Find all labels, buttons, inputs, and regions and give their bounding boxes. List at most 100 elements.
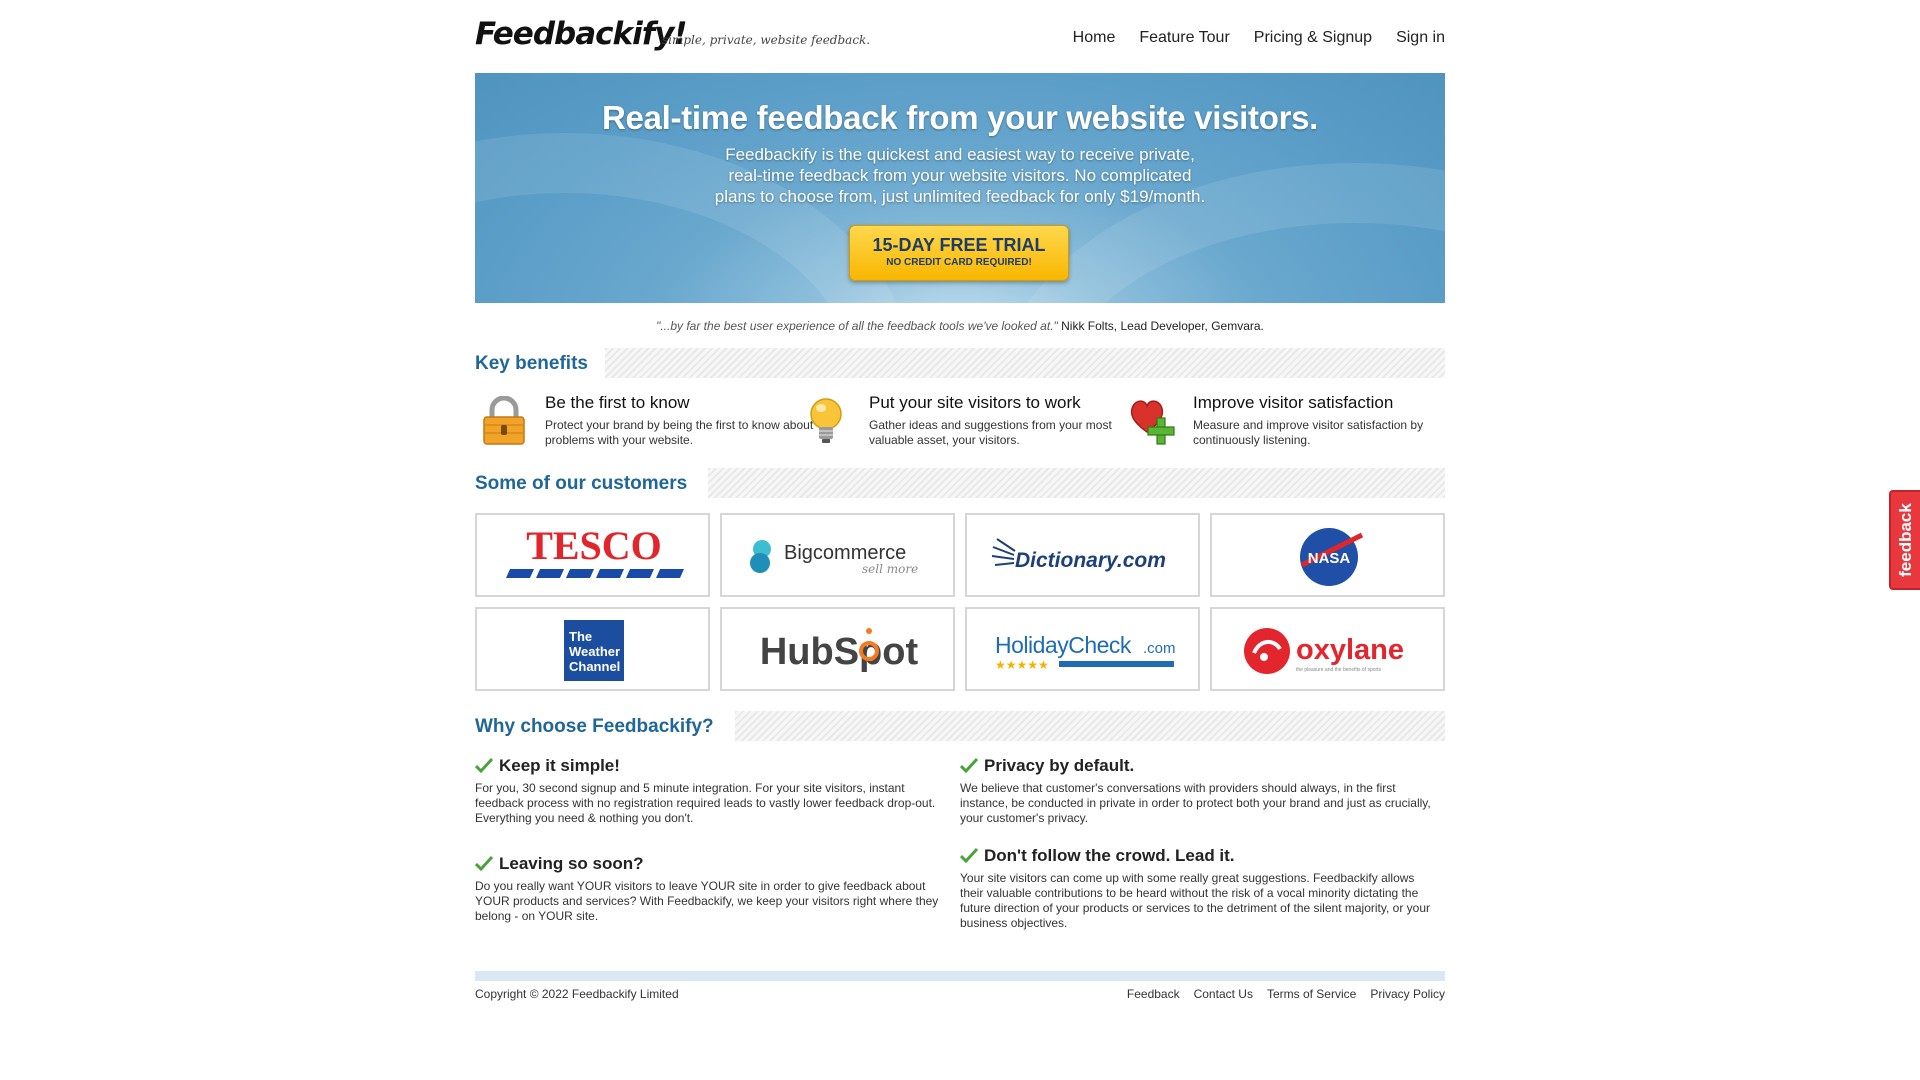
hero-description: Feedbackify is the quickest and easiest … [685,144,1235,207]
checkmark-icon [475,855,493,871]
benefit-desc: Protect your brand by being the first to… [545,418,814,447]
customer-logo-dictionary: Dictionary.com [965,513,1200,597]
free-trial-button[interactable]: 15-DAY FREE TRIAL NO CREDIT CARD REQUIRE… [849,225,1069,281]
nasa-logo: NASA [1300,528,1364,586]
footer-privacy-link[interactable]: Privacy Policy [1370,987,1445,1001]
hero-line-2: real-time feedback from your website vis… [728,166,1192,185]
tesco-logo: TESCO [506,523,684,578]
weather-channel-line-3: Channel [569,659,620,674]
customers-header: Some of our customers [475,468,1445,498]
checkmark-icon [960,847,978,863]
oxylane-wordmark: oxylane [1296,634,1404,666]
checkmark-icon [960,757,978,773]
hero-line-3: plans to choose from, just unlimited fee… [714,187,1206,206]
benefit-item: Be the first to know Protect your brand … [481,392,813,452]
dictionary-logo: Dictionary.com [991,538,1166,572]
checkmark-icon [475,757,493,773]
holidaycheck-wordmark: HolidayCheck [995,632,1132,658]
hero-line-1: Feedbackify is the quickest and easiest … [725,145,1195,164]
benefit-desc: Measure and improve visitor satisfaction… [1193,418,1424,447]
customer-logo-tesco: TESCO [475,513,710,597]
benefit-title: Be the first to know [545,393,690,412]
holidaycheck-logo: HolidayCheck .com ★★★★★ [995,632,1176,672]
quote-author: Nikk Folts, Lead Developer, Gemvara. [1061,319,1264,333]
heart-plus-icon [1130,400,1175,445]
section-stripe [708,468,1445,498]
why-item-title-text: Keep it simple! [499,756,620,775]
hero-banner: Real-time feedback from your website vis… [475,73,1445,303]
svg-text:★★★★★: ★★★★★ [995,658,1049,672]
free-trial-label: 15-DAY FREE TRIAL [872,235,1046,255]
footer-feedback-link[interactable]: Feedback [1127,987,1180,1001]
main-nav: Home Feature Tour Pricing & Signup Sign … [1073,29,1445,47]
nav-pricing-signup-link[interactable]: Pricing & Signup [1254,29,1372,47]
customer-logo-weather-channel: The Weather Channel [475,607,710,691]
why-item-title-text: Don't follow the crowd. Lead it. [984,846,1235,865]
why-item-title: Privacy by default. [960,756,1440,776]
why-item-desc: We believe that customer's conversations… [960,781,1431,825]
holidaycheck-com: .com [1143,640,1176,657]
weather-channel-line-1: The [569,629,592,644]
why-item-desc: Do you really want YOUR visitors to leav… [475,879,939,923]
section-stripe [735,711,1445,741]
testimonial-quote: "...by far the best user experience of a… [475,319,1445,333]
why-item-title: Don't follow the crowd. Lead it. [960,846,1440,866]
oxylane-tagline: the pleasure and the benefits of sports [1296,667,1382,673]
site-tagline: simple, private, website feedback. [662,33,871,47]
site-logo[interactable]: Feedbackify! [475,16,688,52]
why-item: Don't follow the crowd. Lead it. Your si… [960,846,1440,931]
customer-logo-hubspot: HubSpot [720,607,955,691]
hubspot-logo: HubSpot [760,628,919,673]
nav-feature-tour-link[interactable]: Feature Tour [1139,29,1229,47]
benefit-item: Improve visitor satisfaction Measure and… [1129,392,1429,452]
why-item: Privacy by default. We believe that cust… [960,756,1440,826]
hubspot-wordmark: HubSpot [760,631,919,673]
benefit-item: Put your site visitors to work Gather id… [805,392,1112,452]
customer-logo-holidaycheck: HolidayCheck .com ★★★★★ [965,607,1200,691]
weather-channel-line-2: Weather [569,644,620,659]
why-choose-title: Why choose Feedbackify? [475,716,724,738]
customers-title: Some of our customers [475,473,698,495]
nav-sign-in-link[interactable]: Sign in [1396,29,1445,47]
why-item: Leaving so soon? Do you really want YOUR… [475,854,955,924]
key-benefits-title: Key benefits [475,353,598,375]
free-trial-sublabel: NO CREDIT CARD REQUIRED! [886,257,1032,268]
section-stripe [605,348,1445,378]
footer-contact-link[interactable]: Contact Us [1194,987,1253,1001]
customer-logo-oxylane: oxylane the pleasure and the benefits of… [1210,607,1445,691]
oxylane-logo: oxylane the pleasure and the benefits of… [1244,628,1404,674]
quote-text: "...by far the best user experience of a… [656,319,1058,333]
dictionary-wordmark: Dictionary.com [1015,549,1166,572]
benefit-title: Put your site visitors to work [869,393,1081,412]
bigcommerce-logo: Bigcommerce sell more [750,540,918,576]
benefit-desc: Gather ideas and suggestions from your m… [869,418,1112,447]
customer-logo-bigcommerce: Bigcommerce sell more [720,513,955,597]
why-choose-header: Why choose Feedbackify? [475,711,1445,741]
site-header: Feedbackify! simple, private, website fe… [475,0,1445,73]
footer-terms-link[interactable]: Terms of Service [1267,987,1356,1001]
why-item-title-text: Privacy by default. [984,756,1135,775]
customer-logo-nasa: NASA [1210,513,1445,597]
padlock-icon [483,396,525,445]
why-item-title-text: Leaving so soon? [499,854,644,873]
footer-links: Feedback Contact Us Terms of Service Pri… [1127,987,1445,1001]
tesco-wordmark: TESCO [526,523,662,568]
feedback-tab-label: feedback [1896,503,1915,577]
feedback-tab-button[interactable]: feedback [1889,490,1920,590]
key-benefits-header: Key benefits [475,348,1445,378]
page-container: Feedbackify! simple, private, website fe… [475,0,1445,1001]
bigcommerce-wordmark: Bigcommerce [784,542,906,564]
why-item-desc: For you, 30 second signup and 5 minute i… [475,781,936,825]
nav-home-link[interactable]: Home [1073,29,1116,47]
footer-bar [475,971,1445,981]
lightbulb-icon [810,398,842,443]
hero-title: Real-time feedback from your website vis… [601,99,1319,136]
bigcommerce-tagline: sell more [862,562,918,576]
weather-channel-logo: The Weather Channel [564,620,624,681]
benefit-title: Improve visitor satisfaction [1193,393,1394,412]
copyright-text: Copyright © 2022 Feedbackify Limited [475,987,679,1001]
why-item: Keep it simple! For you, 30 second signu… [475,756,955,826]
why-item-desc: Your site visitors can come up with some… [960,871,1430,930]
why-item-title: Leaving so soon? [475,854,955,874]
nasa-wordmark: NASA [1308,550,1351,567]
